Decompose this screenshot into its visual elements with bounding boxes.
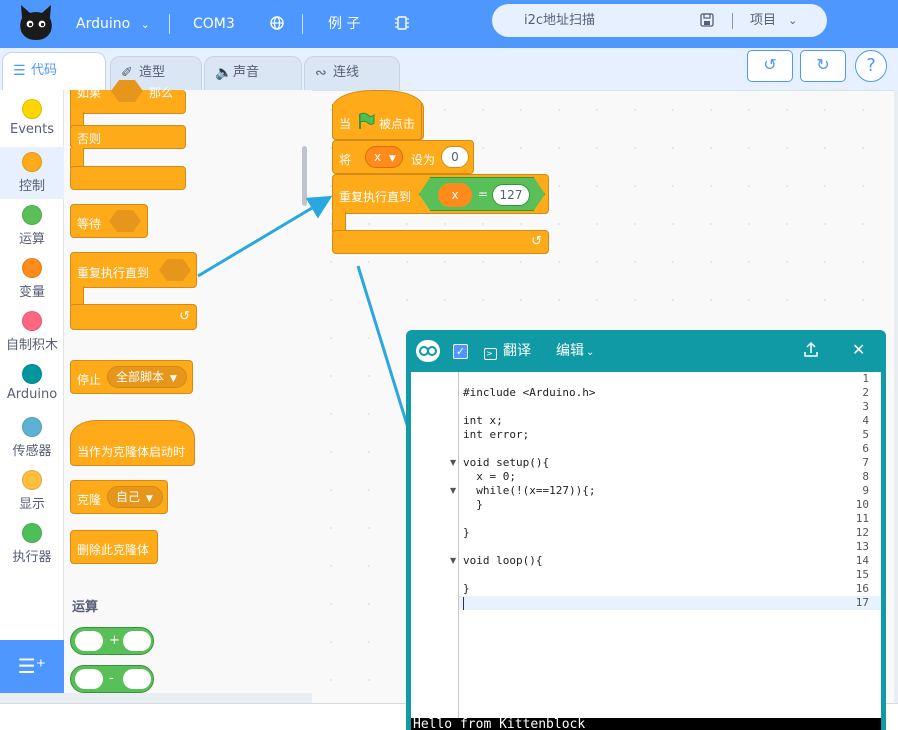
line-number: 12 — [855, 526, 869, 539]
line-number: 11 — [855, 512, 869, 525]
line-number: 2 — [862, 386, 869, 399]
line-number: 10 — [855, 498, 869, 511]
code-line: } — [463, 498, 483, 511]
code-line: } — [463, 582, 470, 595]
code-preview-window: ✓ > 翻译 编辑 ⌄ ✕ 1 2 3 4 5 6 7 8 9 10 11 12 1… — [406, 330, 886, 730]
upload-icon[interactable] — [804, 341, 818, 362]
line-gutter — [411, 372, 459, 718]
close-icon[interactable]: ✕ — [852, 340, 865, 359]
chevron-down-icon: ⌄ — [586, 347, 595, 358]
serial-console[interactable]: Hello from Kittenblock — [411, 718, 881, 730]
line-number: 13 — [855, 540, 869, 553]
terminal-icon: > — [484, 348, 497, 360]
line-number: 4 — [862, 414, 869, 427]
checkbox-icon[interactable]: ✓ — [453, 344, 468, 359]
current-line-highlight — [411, 596, 881, 610]
code-window-header: ✓ > 翻译 编辑 ⌄ ✕ — [406, 330, 886, 372]
fold-arrow-icon[interactable]: ▼ — [450, 556, 456, 565]
code-editor[interactable]: 1 2 3 4 5 6 7 8 9 10 11 12 13 14 15 16 1… — [411, 372, 881, 718]
arduino-logo-icon — [416, 340, 440, 362]
text-cursor — [463, 597, 464, 610]
fold-arrow-icon[interactable]: ▼ — [450, 458, 456, 467]
line-number: 3 — [862, 400, 869, 413]
code-line: #include <Arduino.h> — [463, 386, 596, 399]
line-number: 6 — [862, 442, 869, 455]
line-number: 16 — [855, 582, 869, 595]
line-number: 15 — [855, 568, 869, 581]
translate-label: 翻译 — [503, 343, 531, 359]
edit-label: 编辑 — [556, 343, 584, 359]
line-number: 17 — [855, 596, 869, 609]
code-line: int error; — [463, 428, 530, 441]
line-number: 8 — [862, 470, 869, 483]
code-line: void loop(){ — [463, 554, 543, 567]
translate-button[interactable]: > 翻译 — [484, 330, 531, 372]
line-number: 1 — [862, 372, 869, 385]
console-output: Hello from Kittenblock — [413, 718, 586, 730]
line-number: 5 — [862, 428, 869, 441]
code-line: int x; — [463, 414, 503, 427]
line-number: 7 — [862, 456, 869, 469]
code-line: x = 0; — [463, 470, 516, 483]
code-line: void setup(){ — [463, 456, 550, 469]
line-number: 14 — [855, 554, 869, 567]
code-line: } — [463, 526, 470, 539]
line-number: 9 — [862, 484, 869, 497]
fold-arrow-icon[interactable]: ▼ — [450, 486, 456, 495]
edit-menu[interactable]: 编辑 ⌄ — [556, 330, 594, 374]
code-line: while(!(x==127)){; — [463, 484, 596, 497]
